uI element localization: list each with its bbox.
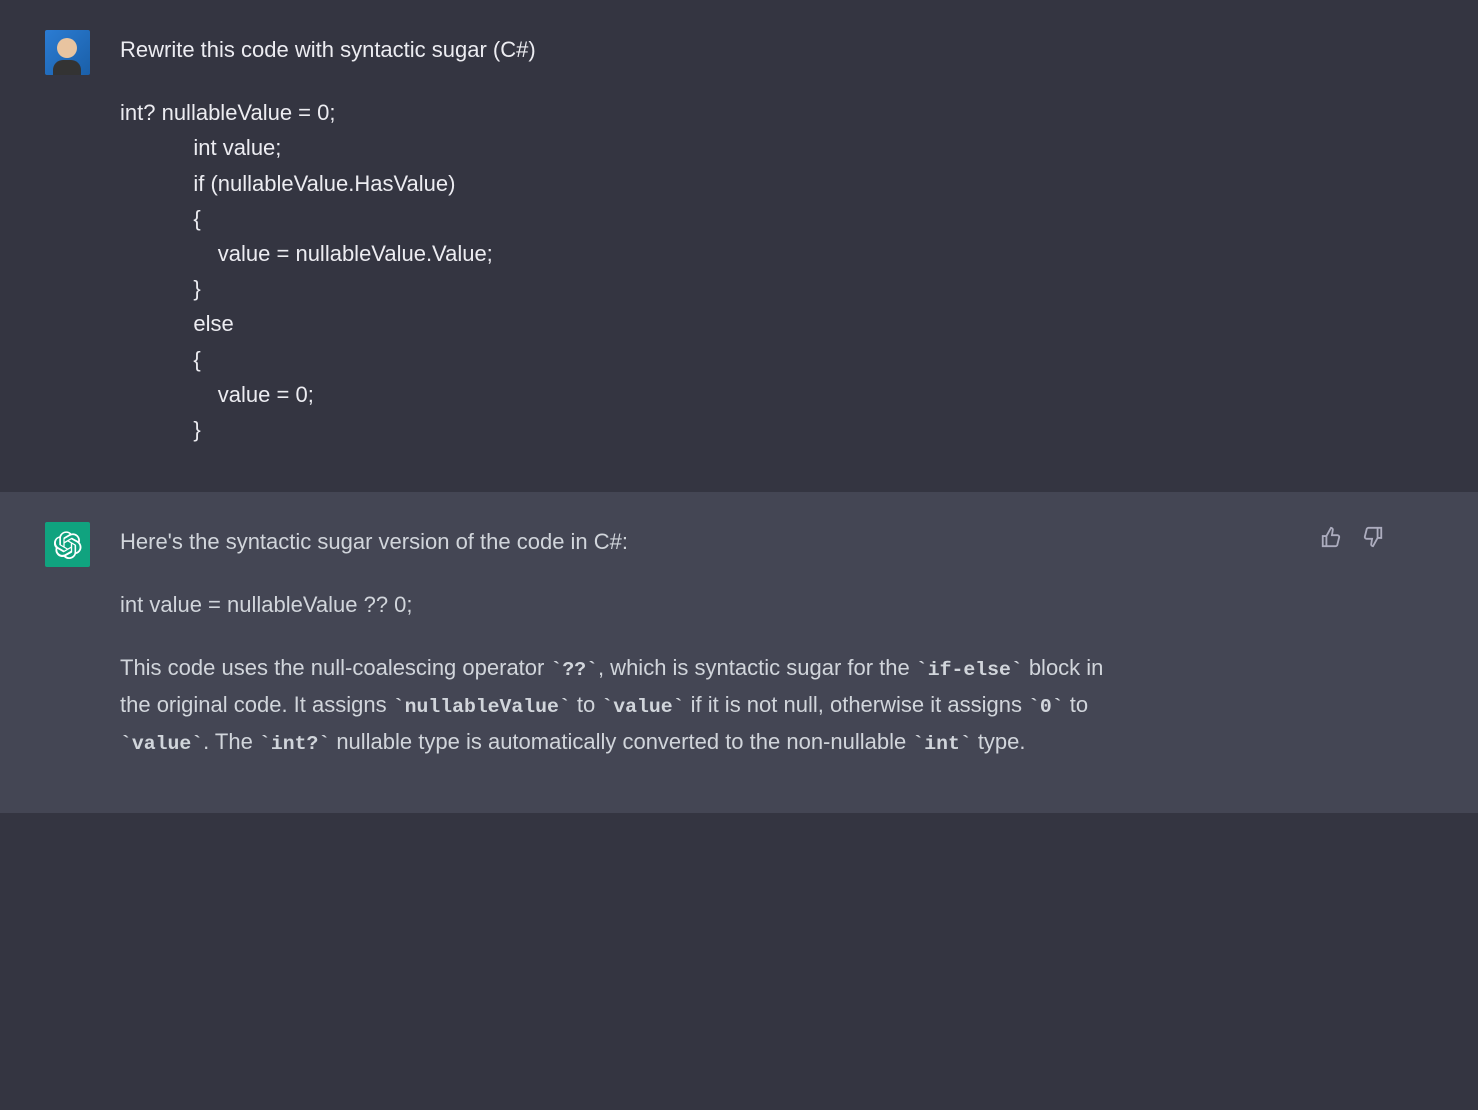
- inline-code: `if-else`: [916, 659, 1023, 681]
- thumbs-down-icon: [1362, 526, 1384, 548]
- inline-code: `??`: [550, 659, 597, 681]
- feedback-buttons: [1316, 522, 1388, 555]
- assistant-intro: Here's the syntactic sugar version of th…: [120, 524, 1120, 559]
- inline-code: `int?`: [259, 733, 330, 755]
- thumbs-up-icon: [1320, 526, 1342, 548]
- user-content: Rewrite this code with syntactic sugar (…: [120, 30, 1120, 447]
- inline-code: `int`: [912, 733, 971, 755]
- user-message: Rewrite this code with syntactic sugar (…: [0, 0, 1478, 492]
- assistant-code: int value = nullableValue ?? 0;: [120, 587, 1120, 622]
- thumbs-down-button[interactable]: [1358, 522, 1388, 555]
- openai-logo-icon: [54, 531, 82, 559]
- user-avatar: [45, 30, 90, 75]
- inline-code: `nullableValue`: [393, 696, 571, 718]
- assistant-avatar: [45, 522, 90, 567]
- assistant-message: Here's the syntactic sugar version of th…: [0, 492, 1478, 813]
- user-code-block: int? nullableValue = 0; int value; if (n…: [120, 95, 1120, 447]
- assistant-content: Here's the syntactic sugar version of th…: [120, 522, 1120, 768]
- thumbs-up-button[interactable]: [1316, 522, 1346, 555]
- inline-code: `0`: [1028, 696, 1064, 718]
- inline-code: `value`: [601, 696, 684, 718]
- inline-code: `value`: [120, 733, 203, 755]
- user-prompt-text: Rewrite this code with syntactic sugar (…: [120, 32, 1120, 67]
- assistant-explanation: This code uses the null-coalescing opera…: [120, 650, 1120, 760]
- page-background: [0, 813, 1478, 1013]
